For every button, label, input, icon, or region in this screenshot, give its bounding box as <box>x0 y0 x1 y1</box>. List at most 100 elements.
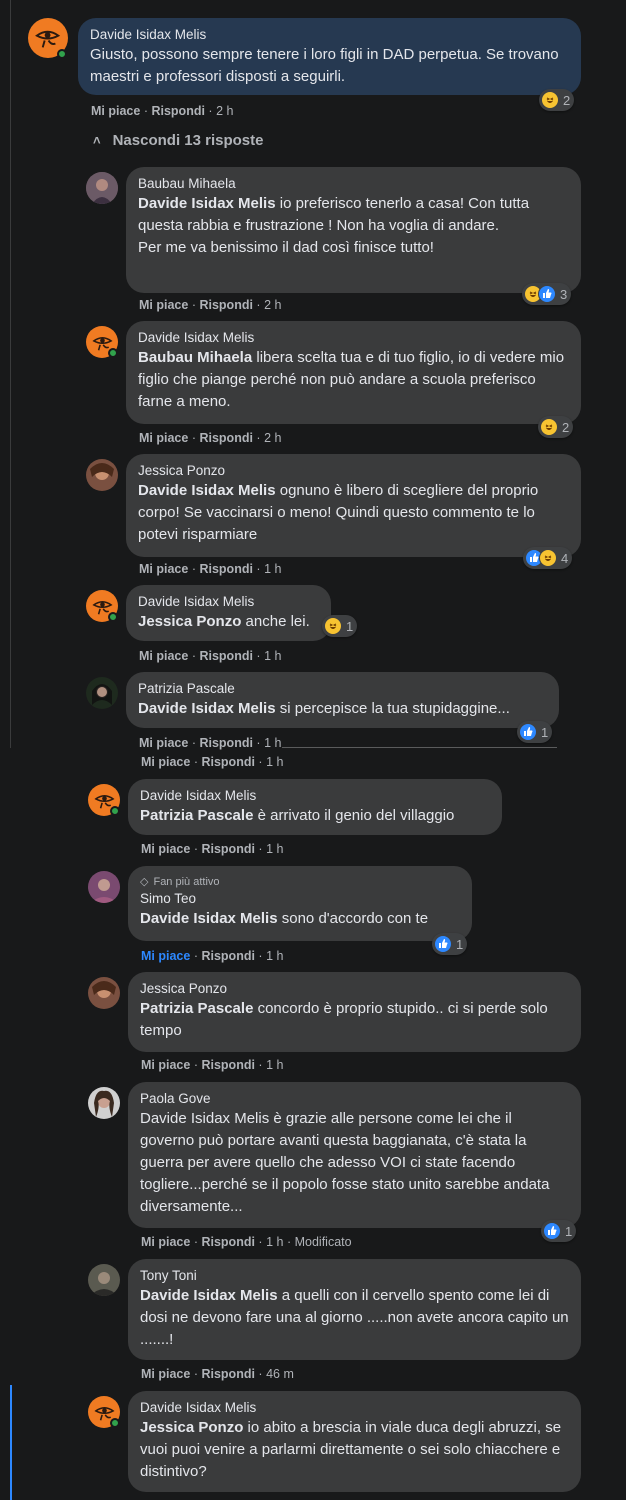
reaction-summary[interactable]: 2 <box>539 89 575 111</box>
thread-line <box>10 0 11 748</box>
timestamp[interactable]: 1 h <box>266 949 283 963</box>
reply-bubble[interactable]: Paola Gove Davide Isidax Melis è grazie … <box>128 1082 581 1228</box>
like-link[interactable]: Mi piace <box>139 736 188 750</box>
reply-actions: Mi piace · Rispondi · 2 h <box>139 298 282 312</box>
reply-author[interactable]: Simo Teo <box>140 890 460 908</box>
mention[interactable]: Davide Isidax Melis <box>138 195 276 212</box>
reply-bubble[interactable]: Davide Isidax Melis Jessica Ponzo io abi… <box>128 1391 581 1492</box>
like-link[interactable]: Mi piace <box>141 842 190 856</box>
reaction-summary[interactable]: 3 <box>522 283 572 305</box>
online-indicator <box>57 49 67 59</box>
mention[interactable]: Davide Isidax Melis <box>140 1287 278 1304</box>
reply-link[interactable]: Rispondi <box>201 755 254 769</box>
reply-author[interactable]: Baubau Mihaela <box>138 175 569 193</box>
reply-link[interactable]: Rispondi <box>201 842 254 856</box>
reply-author[interactable]: Jessica Ponzo <box>140 980 569 998</box>
mention[interactable]: Baubau Mihaela <box>138 349 252 366</box>
reply-link[interactable]: Rispondi <box>199 736 252 750</box>
like-link[interactable]: Mi piace <box>141 1058 190 1072</box>
like-link[interactable]: Mi piace <box>139 649 188 663</box>
reply-link[interactable]: Rispondi <box>199 649 252 663</box>
like-link[interactable]: Mi piace <box>141 1235 190 1249</box>
reply-bubble[interactable]: Tony Toni Davide Isidax Melis a quelli c… <box>128 1259 581 1360</box>
avatar[interactable] <box>88 871 120 903</box>
reply-author[interactable]: Davide Isidax Melis <box>138 593 319 611</box>
reply-author[interactable]: Davide Isidax Melis <box>138 329 569 347</box>
timestamp[interactable]: 2 h <box>216 104 233 118</box>
reaction-summary[interactable]: 4 <box>523 547 573 569</box>
avatar[interactable] <box>86 677 118 709</box>
reply-link[interactable]: Rispondi <box>201 1367 254 1381</box>
top-fan-badge[interactable]: ◇ Fan più attivo <box>140 874 460 890</box>
mention[interactable]: Patrizia Pascale <box>140 1000 253 1017</box>
like-thumb-icon <box>538 285 556 303</box>
reply-author[interactable]: Tony Toni <box>140 1267 569 1285</box>
mention[interactable]: Patrizia Pascale <box>140 807 253 824</box>
timestamp[interactable]: 1 h <box>266 1235 283 1249</box>
mention[interactable]: Davide Isidax Melis <box>138 482 276 499</box>
divider <box>282 747 557 748</box>
reply-link[interactable]: Rispondi <box>201 949 254 963</box>
avatar[interactable] <box>88 1264 120 1296</box>
like-link[interactable]: Mi piace <box>91 104 140 118</box>
reaction-summary[interactable]: 2 <box>538 416 574 438</box>
reply-bubble[interactable]: Jessica Ponzo Davide Isidax Melis ognuno… <box>126 454 581 557</box>
avatar[interactable] <box>86 459 118 491</box>
reply-author[interactable]: Jessica Ponzo <box>138 462 569 480</box>
mention[interactable]: Jessica Ponzo <box>138 613 241 630</box>
timestamp[interactable]: 1 h <box>264 736 281 750</box>
comment-bubble[interactable]: Davide Isidax Melis Giusto, possono semp… <box>78 18 581 95</box>
like-thumb-icon <box>434 935 452 953</box>
reply-bubble[interactable]: Baubau Mihaela Davide Isidax Melis io pr… <box>126 167 581 293</box>
reply-bubble[interactable]: Jessica Ponzo Patrizia Pascale concordo … <box>128 972 581 1052</box>
reply-bubble[interactable]: Davide Isidax Melis Patrizia Pascale è a… <box>128 779 502 835</box>
like-link[interactable]: Mi piace <box>139 562 188 576</box>
chevron-up-icon: ˄ <box>93 133 101 148</box>
timestamp[interactable]: 1 h <box>266 1058 283 1072</box>
like-link[interactable]: Mi piace <box>141 949 190 963</box>
reply-link[interactable]: Rispondi <box>199 298 252 312</box>
reply-author[interactable]: Davide Isidax Melis <box>140 1399 569 1417</box>
comment-actions: Mi piace · Rispondi · 2 h <box>91 104 234 118</box>
like-thumb-icon <box>519 723 537 741</box>
haha-emoji-icon <box>324 617 342 635</box>
timestamp[interactable]: 1 h <box>266 755 283 769</box>
avatar[interactable] <box>88 977 120 1009</box>
avatar[interactable] <box>88 1087 120 1119</box>
reply-link[interactable]: Rispondi <box>199 562 252 576</box>
like-link[interactable]: Mi piace <box>141 1367 190 1381</box>
timestamp[interactable]: 1 h <box>264 649 281 663</box>
hide-replies-toggle[interactable]: ˄ Nascondi 13 risposte <box>93 132 263 149</box>
reply-author[interactable]: Patrizia Pascale <box>138 680 547 698</box>
mention[interactable]: Davide Isidax Melis <box>138 700 276 717</box>
timestamp[interactable]: 1 h <box>266 842 283 856</box>
reply-bubble[interactable]: Davide Isidax Melis Jessica Ponzo anche … <box>126 585 331 641</box>
reply-link[interactable]: Rispondi <box>201 1058 254 1072</box>
reply-link[interactable]: Rispondi <box>151 104 204 118</box>
online-indicator <box>110 1418 120 1428</box>
timestamp[interactable]: 2 h <box>264 298 281 312</box>
timestamp[interactable]: 2 h <box>264 431 281 445</box>
reply-text: Davide Isidax Melis sono d'accordo con t… <box>140 910 429 927</box>
avatar[interactable] <box>86 172 118 204</box>
reaction-summary[interactable]: 1 <box>322 615 358 637</box>
mention[interactable]: Jessica Ponzo <box>140 1419 243 1436</box>
reaction-summary[interactable]: 1 <box>432 933 468 955</box>
timestamp[interactable]: 1 h <box>264 562 281 576</box>
like-link[interactable]: Mi piace <box>141 755 190 769</box>
reply-link[interactable]: Rispondi <box>199 431 252 445</box>
reply-bubble[interactable]: Davide Isidax Melis Baubau Mihaela liber… <box>126 321 581 424</box>
reply-bubble[interactable]: ◇ Fan più attivo Simo Teo Davide Isidax M… <box>128 866 472 941</box>
reply-link[interactable]: Rispondi <box>201 1235 254 1249</box>
reaction-summary[interactable]: 1 <box>541 1220 577 1242</box>
reaction-summary[interactable]: 1 <box>517 721 553 743</box>
timestamp[interactable]: 46 m <box>266 1367 294 1381</box>
like-link[interactable]: Mi piace <box>139 298 188 312</box>
reply-bubble[interactable]: Patrizia Pascale Davide Isidax Melis si … <box>126 672 559 728</box>
reply-author[interactable]: Paola Gove <box>140 1090 569 1108</box>
like-link[interactable]: Mi piace <box>139 431 188 445</box>
reply-author[interactable]: Davide Isidax Melis <box>140 787 490 805</box>
haha-emoji-icon <box>540 418 558 436</box>
comment-author[interactable]: Davide Isidax Melis <box>90 26 569 44</box>
mention[interactable]: Davide Isidax Melis <box>140 910 278 927</box>
